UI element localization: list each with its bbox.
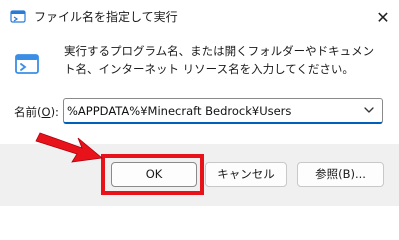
window-title: ファイル名を指定して実行 (34, 10, 178, 24)
open-input[interactable] (67, 99, 352, 122)
run-dialog: ファイル名を指定して実行 ✕ 実行するプログラム名、または開くフォルダーやドキュ… (0, 0, 399, 206)
run-window-icon (15, 54, 39, 74)
close-icon: ✕ (376, 7, 390, 27)
title-bar: ファイル名を指定して実行 ✕ (0, 0, 399, 36)
open-label-suffix: ): (50, 105, 59, 119)
instruction-text: 実行するプログラム名、または開くフォルダーやドキュメント名、インターネット リソ… (64, 44, 375, 76)
run-dialog-icon (10, 10, 26, 23)
chevron-down-icon[interactable] (362, 103, 376, 117)
open-label: 名前(O): (14, 104, 59, 120)
ok-highlight-box (101, 154, 204, 195)
cancel-button[interactable]: キャンセル (205, 162, 287, 187)
close-button[interactable]: ✕ (370, 2, 396, 32)
open-combobox[interactable] (63, 98, 383, 124)
browse-button[interactable]: 参照(B)... (297, 162, 384, 187)
open-label-prefix: 名前( (14, 105, 42, 119)
open-label-accesskey: O (41, 105, 51, 119)
